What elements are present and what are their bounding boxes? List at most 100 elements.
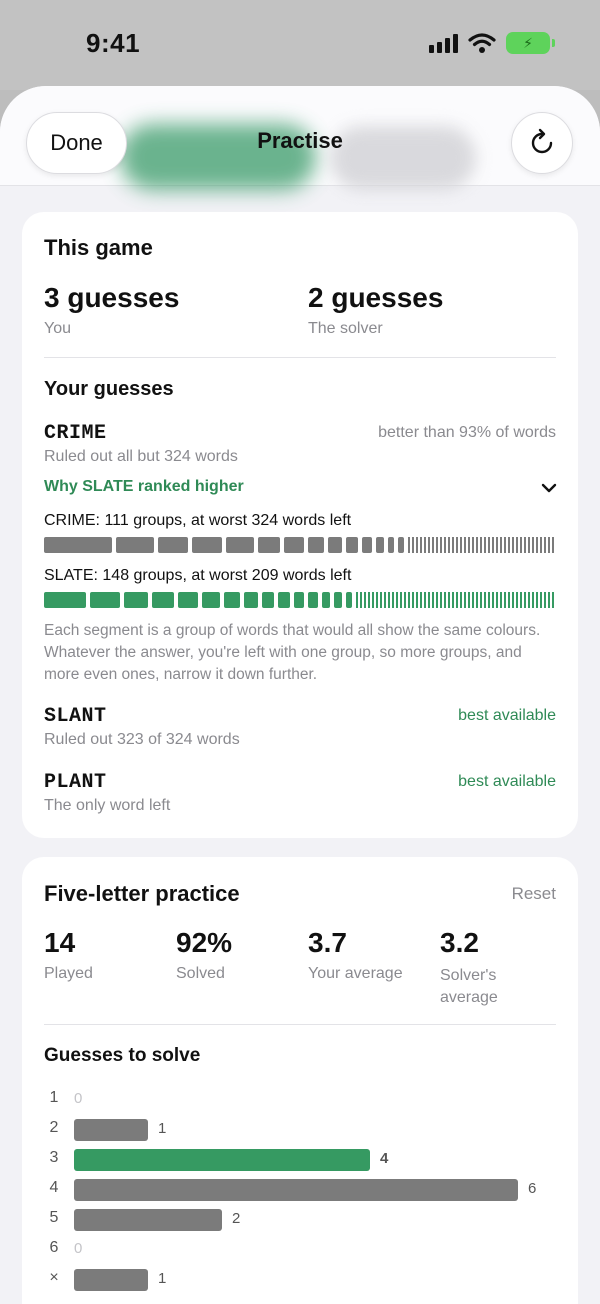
distribution-label: 3 (49, 1149, 59, 1166)
stat-value: 92% (176, 927, 233, 958)
group-segment (346, 537, 358, 553)
group-segment (388, 537, 394, 553)
group-segment (334, 592, 342, 608)
stat-value: 3.2 (440, 927, 479, 958)
group-segment (244, 592, 258, 608)
this-game-title: This game (44, 235, 153, 260)
group-segment (44, 592, 86, 608)
distribution-bar (74, 1269, 148, 1291)
groups-explanation: Each segment is a group of words that wo… (44, 622, 541, 683)
group-segment (362, 537, 372, 553)
divider (44, 357, 556, 358)
distribution-row: 10 (44, 1089, 556, 1111)
status-icons: ⚡ (429, 32, 555, 54)
group-segment (152, 592, 174, 608)
distribution-value: 6 (528, 1180, 537, 1197)
distribution-label: 6 (49, 1239, 59, 1256)
guess-word: CRIME (44, 422, 107, 445)
refresh-icon (531, 128, 553, 154)
group-segment (284, 537, 304, 553)
status-time: 9:41 (86, 28, 141, 58)
distribution-label: × (49, 1269, 59, 1286)
group-segment (202, 592, 220, 608)
distribution-value: 0 (74, 1090, 83, 1107)
distribution-value: 4 (380, 1150, 389, 1167)
group-segment (328, 537, 342, 553)
group-segment (226, 537, 254, 553)
distribution-bar (74, 1209, 222, 1231)
guess-detail: The only word left (44, 797, 171, 814)
group-segment (224, 592, 240, 608)
group-segment (90, 592, 120, 608)
group-segment (376, 537, 384, 553)
guess-word: SLANT (44, 705, 107, 728)
distribution-bar (74, 1119, 148, 1141)
distribution-row: × 1 (44, 1269, 556, 1291)
guess-word: PLANT (44, 771, 107, 794)
stat-label: Your average (308, 965, 403, 982)
guesses-to-solve-heading: Guesses to solve (44, 1045, 201, 1066)
distribution-value: 1 (158, 1120, 167, 1137)
distribution-value: 1 (158, 1270, 167, 1287)
slate-groups-bar (44, 592, 556, 608)
distribution-bar (74, 1149, 370, 1171)
group-segment (308, 592, 318, 608)
distribution-bar (74, 1179, 518, 1201)
stat-value: 14 (44, 927, 76, 958)
group-segment (278, 592, 290, 608)
practice-title: Five-letter practice (44, 881, 240, 906)
small-groups-tail (356, 592, 556, 608)
distribution-label: 2 (49, 1119, 59, 1136)
distribution-label: 5 (49, 1209, 59, 1226)
your-guesses-heading: Your guesses (44, 378, 174, 400)
reset-button[interactable]: Reset (512, 884, 556, 904)
wifi-icon (468, 33, 496, 53)
your-guess-label: You (44, 320, 71, 337)
group-segment (308, 537, 324, 553)
practice-stats-card: Five-letter practice Reset 14 Played 92%… (22, 857, 578, 1304)
battery-charging-icon: ⚡ (506, 32, 555, 54)
group-segment (178, 592, 198, 608)
group-segment (262, 592, 274, 608)
group-segment (158, 537, 188, 553)
small-groups-tail (408, 537, 556, 553)
guess-rating: best available (458, 707, 556, 724)
distribution-row: 21 (44, 1119, 556, 1141)
crime-groups-bar (44, 537, 556, 553)
group-segment (322, 592, 330, 608)
why-slate-link[interactable]: Why SLATE ranked higher (44, 478, 244, 496)
slate-groups-caption: SLATE: 148 groups, at worst 209 words le… (44, 567, 352, 584)
this-game-card: This game 3 guesses You 2 guesses The so… (22, 212, 578, 838)
group-segment (346, 592, 352, 608)
chevron-down-icon[interactable] (540, 481, 558, 495)
distribution-label: 1 (49, 1089, 59, 1106)
refresh-button[interactable] (511, 112, 573, 174)
practise-sheet: Done Practise This game 3 guesses You 2 … (0, 86, 600, 1304)
distribution-row: 34 (44, 1149, 556, 1171)
group-segment (44, 537, 112, 553)
crime-groups-caption: CRIME: 111 groups, at worst 324 words le… (44, 512, 352, 529)
distribution-value: 2 (232, 1210, 241, 1227)
group-segment (116, 537, 154, 553)
stat-label: Solver's average (440, 967, 498, 1006)
group-segment (258, 537, 280, 553)
cellular-signal-icon (429, 33, 458, 53)
stat-label: Played (44, 965, 93, 982)
group-segment (294, 592, 304, 608)
solver-guess-label: The solver (308, 320, 383, 337)
distribution-row: 46 (44, 1179, 556, 1201)
distribution-row: 52 (44, 1209, 556, 1231)
guess-detail: Ruled out 323 of 324 words (44, 731, 240, 748)
guess-rating: better than 93% of words (378, 424, 556, 441)
your-guess-count: 3 guesses (44, 282, 180, 313)
sheet-title: Practise (257, 128, 343, 153)
guess-detail: Ruled out all but 324 words (44, 448, 238, 465)
divider (44, 1024, 556, 1025)
distribution-label: 4 (49, 1179, 59, 1196)
guess-rating: best available (458, 773, 556, 790)
group-segment (124, 592, 148, 608)
stat-value: 3.7 (308, 927, 347, 958)
group-segment (398, 537, 404, 553)
group-segment (192, 537, 222, 553)
distribution-value: 0 (74, 1240, 83, 1257)
